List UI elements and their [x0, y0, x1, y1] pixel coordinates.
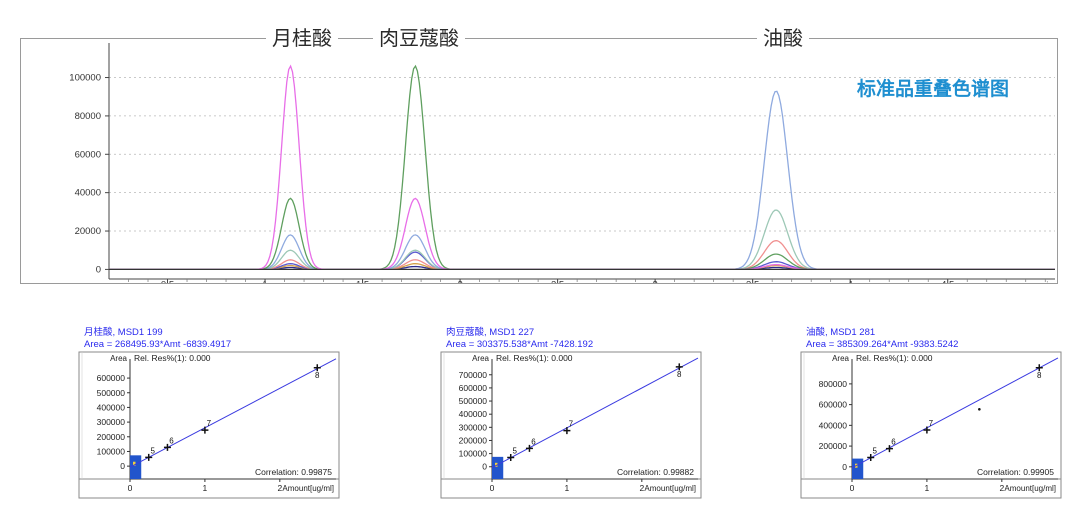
calibration-curve-myristic-acid: 0 100000 200000 300000 400000 500000 600000 700…: [440, 327, 702, 499]
peak-label-oleic-acid: 油酸: [757, 22, 809, 51]
y-tick-label: 400000: [459, 409, 488, 419]
chromatogram-trace: [109, 209, 1055, 271]
calibration-plot: 0 100000 200000 300000 400000 500000 600000 700…: [440, 351, 702, 499]
x-tick-label: 4: [848, 279, 853, 283]
low-point-cluster: [492, 456, 504, 479]
x-tick-label: 1: [203, 483, 208, 493]
chromatogram-trace: [109, 90, 1055, 271]
rel-res-label: Rel. Res%(1): 0.000: [134, 353, 211, 363]
y-tick-label: 0: [842, 462, 847, 472]
equation-label: Area = 303375.538*Amt -7428.192: [446, 339, 594, 350]
y-tick-label: 200000: [459, 435, 488, 445]
peak-label-lauric-acid: 月桂酸: [266, 22, 338, 51]
calibration-point-label: 6: [891, 438, 896, 447]
x-tick-label: 0: [850, 483, 855, 493]
equation-label: Area = 268495.93*Amt -6839.4917: [84, 339, 232, 350]
plot-frame: [78, 351, 340, 480]
x-axis-label: min: [1039, 279, 1053, 283]
calibration-point-label: 8: [315, 371, 320, 380]
low-point-cluster: [852, 458, 864, 479]
correlation-label: Correlation: 0.99875: [255, 467, 332, 477]
calibration-point-label: 8: [1037, 371, 1042, 380]
x-tick-label: 1.5: [356, 279, 369, 283]
y-tick-label: 400000: [97, 402, 126, 412]
x-tick-label: 1: [565, 483, 570, 493]
calibration-point-label: 7: [207, 419, 212, 428]
correlation-label: Correlation: 0.99882: [617, 467, 694, 477]
x-axis-label: Amount[ug/ml]: [282, 484, 334, 493]
calibration-plot: 01000002000003000004000005000006000000 1 2…: [78, 351, 340, 499]
compound-label: 肉豆蔻酸, MSD1 227: [446, 327, 535, 338]
calibration-point-label: 8: [677, 370, 682, 379]
calibration-curve-lauric-acid: 0 100000 200000 300000 400000 500000 600000 0 1 2…: [78, 327, 340, 499]
y-tick-label: 300000: [97, 417, 126, 427]
correlation-label: Correlation: 0.99905: [977, 467, 1054, 477]
calibration-point-label: 7: [929, 419, 934, 428]
y-tick-label: 600000: [97, 373, 126, 383]
rel-res-label: Rel. Res%(1): 0.000: [496, 353, 573, 363]
low-point-cluster: [130, 455, 142, 479]
y-tick-label: 300000: [459, 422, 488, 432]
calibration-point-label: 6: [169, 436, 174, 445]
x-axis-label: Amount[ug/ml]: [644, 484, 696, 493]
calibration-point-label: 6: [531, 437, 536, 446]
y-tick-label: 0: [120, 461, 125, 471]
peak-label-myristic-acid: 肉豆蔻酸: [373, 22, 465, 51]
x-tick-label: 4.5: [941, 279, 954, 283]
x-tick-label: 3.5: [746, 279, 759, 283]
calibration-point-label: 5: [513, 447, 518, 456]
y-tick-label: 700000: [459, 370, 488, 380]
y-tick-label: 0: [482, 462, 487, 472]
x-tick-label: 2: [457, 279, 462, 283]
calibration-curve-oleic-acid: 0 200000 400000 600000 800000 0 1 2 Amount[ug/ml…: [800, 327, 1062, 499]
x-tick-label: 3: [652, 279, 657, 283]
x-tick-label: 2.5: [551, 279, 564, 283]
y-tick-label: 100000: [459, 449, 488, 459]
x-tick-label: 1: [262, 279, 267, 283]
y-tick-label: 100000: [69, 73, 101, 84]
calibration-point-label: 5: [151, 446, 156, 455]
plot-frame: [800, 351, 1062, 480]
y-axis-label: Area: [472, 354, 489, 363]
y-tick-label: 500000: [459, 396, 488, 406]
calibration-header: 月桂酸, MSD1 199 Area = 268495.93*Amt -6839…: [78, 327, 231, 351]
x-tick-label: 0: [490, 483, 495, 493]
equation-label: Area = 385309.264*Amt -9383.5242: [806, 339, 959, 350]
calibration-point-label: 7: [569, 420, 574, 429]
y-tick-label: 100000: [97, 446, 126, 456]
x-tick-label: 0: [128, 483, 133, 493]
y-tick-label: 400000: [819, 420, 848, 430]
y-tick-label: 600000: [819, 400, 848, 410]
y-tick-label: 0: [96, 264, 101, 275]
calibration-header: 油酸, MSD1 281 Area = 385309.264*Amt -9383…: [800, 327, 958, 351]
calibration-point-label: 5: [873, 446, 878, 455]
calibration-header: 肉豆蔻酸, MSD1 227 Area = 303375.538*Amt -74…: [440, 327, 593, 351]
x-axis-label: Amount[ug/ml]: [1004, 484, 1056, 493]
y-tick-label: 600000: [459, 383, 488, 393]
y-tick-label: 60000: [75, 149, 101, 160]
y-tick-label: 500000: [97, 388, 126, 398]
y-axis-label: Area: [110, 354, 127, 363]
rel-res-label: Rel. Res%(1): 0.000: [856, 353, 933, 363]
y-tick-label: 20000: [75, 226, 101, 237]
y-tick-label: 200000: [97, 432, 126, 442]
y-tick-label: 80000: [75, 111, 101, 122]
calibration-plot: 02000004000006000008000000 1 2 Amount[ug/ml…: [800, 351, 1062, 499]
x-tick-label: 0.5: [161, 279, 174, 283]
compound-label: 油酸, MSD1 281: [806, 327, 876, 338]
chromatogram-trace: [109, 263, 1055, 271]
overlay-chart-title: 标准品重叠色谱图: [857, 78, 1010, 100]
chromatogram-trace: [109, 251, 1055, 271]
chromatogram-trace: [109, 240, 1055, 271]
y-tick-label: 40000: [75, 188, 101, 199]
compound-label: 月桂酸, MSD1 199: [84, 327, 163, 338]
y-axis-label: Area: [832, 354, 849, 363]
y-tick-label: 200000: [819, 441, 848, 451]
stray-point: [978, 407, 981, 411]
y-tick-label: 800000: [819, 379, 848, 389]
x-tick-label: 1: [925, 483, 930, 493]
